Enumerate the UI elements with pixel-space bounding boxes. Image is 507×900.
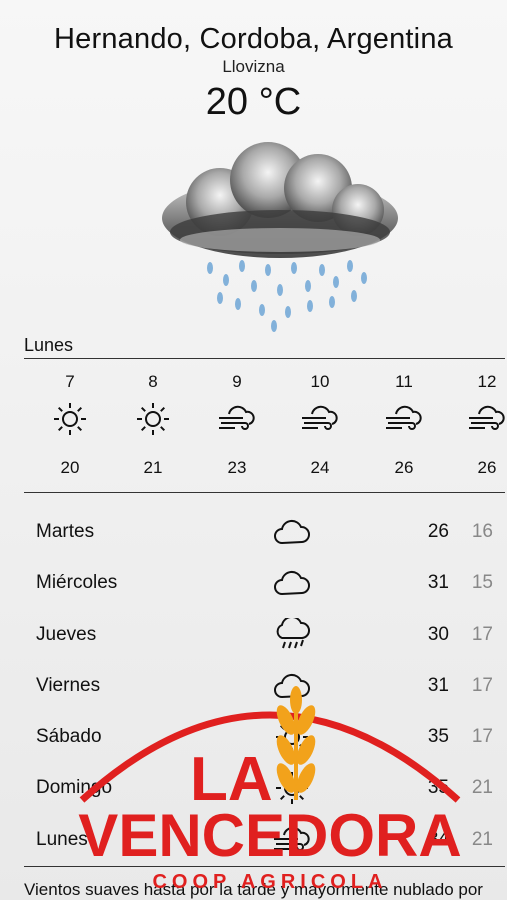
high-temperature: 34 xyxy=(427,828,449,850)
low-temperature: 17 xyxy=(471,674,493,696)
wind-cloud-icon xyxy=(290,398,350,440)
header: Hernando, Cordoba, Argentina Llovizna 20… xyxy=(0,0,507,124)
low-temperature: 17 xyxy=(471,623,493,645)
forecast-summary: Vientos suaves hasta por la tarde y mayo… xyxy=(24,880,483,899)
high-temperature: 31 xyxy=(427,674,449,696)
today-label: Lunes xyxy=(24,335,505,359)
hourly-forecast[interactable]: 7 20 8 21 9 23 10 24 11 26 12 26 xyxy=(24,370,507,492)
low-temperature: 15 xyxy=(471,572,493,594)
wind-cloud-icon xyxy=(457,398,507,440)
low-temperature: 16 xyxy=(471,521,493,542)
cloud-icon xyxy=(272,668,312,704)
high-temperature: 30 xyxy=(427,623,449,645)
hour-label: 9 xyxy=(232,372,242,391)
day-name: Martes xyxy=(36,521,95,542)
cloud-icon xyxy=(272,565,312,601)
day-name: Viernes xyxy=(36,674,101,696)
hour-column: 10 24 xyxy=(290,370,350,480)
day-name: Jueves xyxy=(36,623,97,645)
sun-icon xyxy=(40,398,100,440)
hour-label: 10 xyxy=(310,372,330,391)
hour-column: 12 26 xyxy=(457,370,507,480)
hour-label: 8 xyxy=(148,372,158,391)
forecast-row[interactable]: Viernes 31 17 xyxy=(24,662,505,713)
low-temperature: 21 xyxy=(471,777,493,799)
forecast-row[interactable]: Martes 26 16 xyxy=(24,508,505,559)
cloud-icon xyxy=(272,514,312,550)
hour-temperature: 26 xyxy=(477,458,497,477)
forecast-row[interactable]: Domingo 35 21 xyxy=(24,764,505,815)
sun-icon xyxy=(123,398,183,440)
daily-forecast: Martes 26 16 Miércoles 31 15 Jueves 30 17 Viernes… xyxy=(24,508,505,867)
divider xyxy=(24,492,505,493)
day-name: Miércoles xyxy=(36,572,118,594)
low-temperature: 21 xyxy=(471,828,493,850)
wind-cloud-icon xyxy=(272,822,312,858)
divider xyxy=(24,866,505,867)
hour-column: 8 21 xyxy=(123,370,183,480)
hour-label: 7 xyxy=(65,372,75,391)
wind-cloud-icon xyxy=(207,398,267,440)
forecast-row[interactable]: Miércoles 31 15 xyxy=(24,559,505,610)
low-temperature: 17 xyxy=(471,726,493,748)
rain-cloud-icon xyxy=(150,140,410,340)
hour-column: 11 26 xyxy=(374,370,434,480)
current-condition: Llovizna xyxy=(222,57,285,76)
forecast-row[interactable]: Sábado 35 17 xyxy=(24,713,505,764)
wind-cloud-icon xyxy=(374,398,434,440)
hour-temperature: 20 xyxy=(60,458,80,477)
hour-column: 9 23 xyxy=(207,370,267,480)
current-temperature: 20 °C xyxy=(205,81,302,123)
forecast-row[interactable]: Jueves 30 17 xyxy=(24,611,505,662)
high-temperature: 35 xyxy=(427,777,449,799)
day-name: Sábado xyxy=(36,726,102,748)
sun-icon xyxy=(272,719,312,755)
hour-temperature: 21 xyxy=(143,458,163,477)
hour-label: 11 xyxy=(395,372,413,391)
hour-label: 12 xyxy=(477,372,497,391)
day-name: Lunes xyxy=(36,828,88,850)
rain-icon xyxy=(272,617,312,653)
hour-column: 7 20 xyxy=(40,370,100,480)
forecast-row[interactable]: Lunes 34 21 xyxy=(24,816,505,867)
high-temperature: 26 xyxy=(427,521,449,542)
high-temperature: 35 xyxy=(427,726,449,748)
location-title: Hernando, Cordoba, Argentina xyxy=(54,23,453,55)
sun-icon xyxy=(272,770,312,806)
hour-temperature: 26 xyxy=(394,458,414,477)
high-temperature: 31 xyxy=(427,572,449,594)
hour-temperature: 24 xyxy=(310,458,330,477)
hour-temperature: 23 xyxy=(227,458,247,477)
day-name: Domingo xyxy=(36,777,113,799)
